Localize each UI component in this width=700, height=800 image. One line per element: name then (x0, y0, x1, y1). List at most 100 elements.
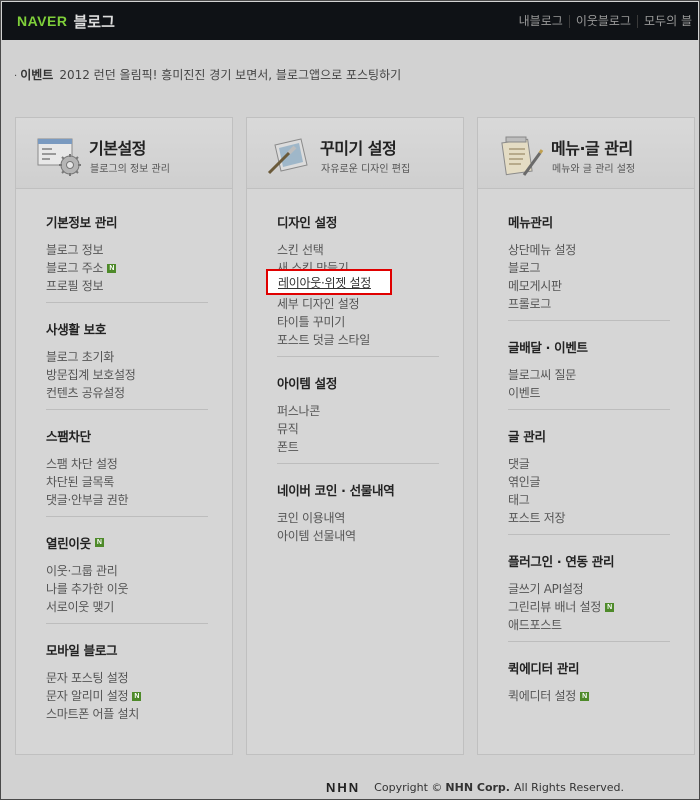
menu-link-blog-info[interactable]: 블로그 정보 (46, 241, 208, 259)
event-notice[interactable]: · 이벤트 2012 런던 올림픽! 흥미진진 경기 보면서, 블로그앱으로 포스팅… (14, 66, 401, 83)
menu-link-write-api[interactable]: 글쓰기 API설정 (508, 580, 670, 598)
menu-link-label[interactable]: 블로그 주소 (46, 259, 104, 277)
menu-link-title-decorate[interactable]: 타이틀 꾸미기 (277, 313, 439, 331)
panel-title: 기본설정 (89, 139, 146, 158)
panel-subtitle: 블로그의 정보 관리 (90, 164, 170, 175)
bullet-icon: · (14, 71, 18, 82)
panel-title: 꾸미기 설정 (320, 139, 397, 158)
company-name[interactable]: NHN Corp. (445, 781, 510, 794)
menu-link-neighbor-group[interactable]: 이웃·그룹 관리 (46, 562, 208, 580)
menu-link-gift-history[interactable]: 아이템 선물내역 (277, 527, 439, 545)
nav-my-blog[interactable]: 내블로그 (513, 15, 569, 28)
group-basic-info: 기본정보 관리 블로그 정보 블로그 주소 N 프로필 정보 (46, 212, 208, 295)
nav-neighbor-blog[interactable]: 이웃블로그 (568, 15, 637, 28)
menu-link-green-review[interactable]: 그린리뷰 배너 설정 N (508, 598, 670, 616)
group-title: 플러그인 · 연동 관리 (508, 554, 615, 569)
new-badge-icon: N (107, 263, 117, 273)
divider (46, 516, 208, 517)
event-text[interactable]: 2012 런던 올림픽! 흥미진진 경기 보면서, 블로그앱으로 포스팅하기 (59, 68, 401, 82)
menu-link-comment-permission[interactable]: 댓글·안부글 권한 (46, 491, 208, 509)
divider (46, 623, 208, 624)
panel-subtitle: 자유로운 디자인 편집 (321, 164, 411, 175)
menu-link-adpost[interactable]: 애드포스트 (508, 616, 670, 634)
group-item-settings: 아이템 설정 퍼스나콘 뮤직 폰트 (277, 373, 439, 456)
menu-link-coin-history[interactable]: 코인 이용내역 (277, 509, 439, 527)
panel-header: 꾸미기 설정 자유로운 디자인 편집 (247, 118, 463, 189)
nav-everyone-blog[interactable]: 모두의 블 (637, 15, 698, 28)
group-post-delivery: 글배달 · 이벤트 블로그씨 질문 이벤트 (508, 337, 670, 402)
menu-link-label[interactable]: 퀵에디터 설정 (508, 687, 576, 705)
menu-link-spam-setting[interactable]: 스팸 차단 설정 (46, 455, 208, 473)
menu-link-blogc-question[interactable]: 블로그씨 질문 (508, 366, 670, 384)
new-badge-icon: N (579, 691, 589, 701)
group-post-management: 글 관리 댓글 엮인글 태그 포스트 저장 (508, 426, 670, 527)
menu-link-trackbacks[interactable]: 엮인글 (508, 473, 670, 491)
divider (277, 356, 439, 357)
footer: NHN Copyright © NHN Corp. All Rights Res… (326, 780, 624, 795)
group-title: 글 관리 (508, 429, 546, 444)
menu-link-sms-posting[interactable]: 문자 포스팅 설정 (46, 669, 208, 687)
menu-link-skin-select[interactable]: 스킨 선택 (277, 241, 439, 259)
menu-link-label[interactable]: 그린리뷰 배너 설정 (508, 598, 601, 616)
menu-link-personacon[interactable]: 퍼스나콘 (277, 402, 439, 420)
panel-title: 메뉴·글 관리 (551, 139, 633, 158)
group-plugin: 플러그인 · 연동 관리 글쓰기 API설정 그린리뷰 배너 설정 N 애드포스트 (508, 551, 670, 634)
menu-link-comments[interactable]: 댓글 (508, 455, 670, 473)
event-tag: 이벤트 (20, 68, 54, 82)
menu-link-blog[interactable]: 블로그 (508, 259, 670, 277)
nhn-logo[interactable]: NHN (326, 780, 360, 795)
menu-link-smartphone-app[interactable]: 스마트폰 어플 설치 (46, 705, 208, 723)
settings-window-icon (37, 138, 81, 176)
menu-link-event[interactable]: 이벤트 (508, 384, 670, 402)
copyright-prefix: Copyright © (374, 781, 443, 794)
group-title: 열린이웃 N (46, 533, 208, 552)
new-badge-icon: N (94, 538, 104, 547)
menu-link-top-menu[interactable]: 상단메뉴 설정 (508, 241, 670, 259)
menu-link-content-sharing[interactable]: 컨텐츠 공유설정 (46, 384, 208, 402)
group-title: 글배달 · 이벤트 (508, 340, 588, 355)
menu-link-mutual-neighbor[interactable]: 서로이웃 맺기 (46, 598, 208, 616)
top-nav: 내블로그 이웃블로그 모두의 블 (513, 15, 698, 28)
menu-link-post-save[interactable]: 포스트 저장 (508, 509, 670, 527)
divider (508, 320, 670, 321)
menu-link-detail-design[interactable]: 세부 디자인 설정 (277, 295, 439, 313)
divider (508, 534, 670, 535)
group-mobile-blog: 모바일 블로그 문자 포스팅 설정 문자 알리미 설정 N 스마트폰 어플 설치 (46, 640, 208, 723)
group-title: 디자인 설정 (277, 215, 338, 230)
naver-logo[interactable]: NAVER (17, 13, 67, 29)
panel-header: 메뉴·글 관리 메뉴와 글 관리 설정 (478, 118, 694, 189)
menu-link-blog-address[interactable]: 블로그 주소 N (46, 259, 208, 277)
menu-link-visit-protection[interactable]: 방문집계 보호설정 (46, 366, 208, 384)
menu-link-label[interactable]: 문자 알리미 설정 (46, 687, 129, 705)
menu-link-comment-style[interactable]: 포스트 덧글 스타일 (277, 331, 439, 349)
group-privacy: 사생활 보호 블로그 초기화 방문집계 보호설정 컨텐츠 공유설정 (46, 319, 208, 402)
menu-link-blog-reset[interactable]: 블로그 초기화 (46, 348, 208, 366)
menu-link-sms-alert[interactable]: 문자 알리미 설정 N (46, 687, 208, 705)
menu-link-font[interactable]: 폰트 (277, 438, 439, 456)
menu-link-layout-widget[interactable]: 레이아웃·위젯 설정 (266, 269, 392, 295)
menu-link-added-me[interactable]: 나를 추가한 이웃 (46, 580, 208, 598)
rights-text: All Rights Reserved. (513, 781, 625, 794)
menu-link-prologue[interactable]: 프롤로그 (508, 295, 670, 313)
new-badge-icon: N (132, 691, 142, 701)
group-title: 네이버 코인 · 선물내역 (277, 483, 395, 498)
divider (46, 409, 208, 410)
menu-link-blocked-posts[interactable]: 차단된 글목록 (46, 473, 208, 491)
panel-subtitle: 메뉴와 글 관리 설정 (552, 164, 636, 175)
panel-header: 기본설정 블로그의 정보 관리 (16, 118, 232, 189)
top-bar: NAVER 블로그 내블로그 이웃블로그 모두의 블 (2, 2, 698, 40)
menu-link-music[interactable]: 뮤직 (277, 420, 439, 438)
group-title: 메뉴관리 (508, 215, 553, 230)
blog-logo[interactable]: 블로그 (73, 11, 114, 32)
menu-link-quick-editor[interactable]: 퀵에디터 설정 N (508, 687, 670, 705)
menu-link-profile-info[interactable]: 프로필 정보 (46, 277, 208, 295)
divider (508, 409, 670, 410)
menu-link-tags[interactable]: 태그 (508, 491, 670, 509)
group-spam-block: 스팸차단 스팸 차단 설정 차단된 글목록 댓글·안부글 권한 (46, 426, 208, 509)
group-title: 아이템 설정 (277, 376, 338, 391)
menu-link-layout-widget-label[interactable]: 레이아웃·위젯 설정 (278, 274, 371, 291)
notepad-pen-icon (501, 136, 544, 176)
menu-link-memo-board[interactable]: 메모게시판 (508, 277, 670, 295)
naver-blog-logo[interactable]: NAVER 블로그 (17, 11, 115, 31)
group-title: 모바일 블로그 (46, 643, 118, 658)
